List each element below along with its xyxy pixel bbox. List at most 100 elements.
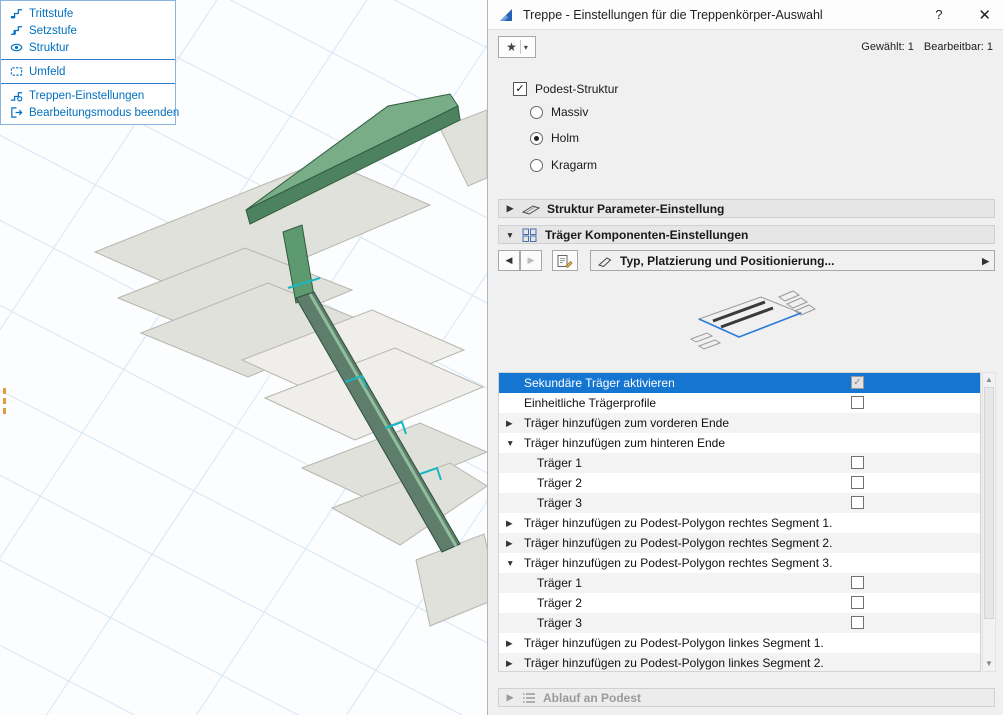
table-row[interactable]: Einheitliche Trägerprofile — [499, 393, 980, 413]
stair-tool-icon — [498, 7, 514, 23]
page-selector-dropdown[interactable]: Typ, Platzierung und Positionierung... ▶ — [590, 250, 995, 271]
table-row-label: Träger hinzufügen zu Podest-Polygon rech… — [524, 556, 832, 570]
podest-struktur-checkbox[interactable]: ✓ — [513, 82, 527, 96]
panel-item-label: Setzstufe — [29, 25, 77, 37]
row-checkbox[interactable] — [851, 616, 864, 629]
panel-item-label: Struktur — [29, 42, 69, 54]
next-page-button[interactable]: ▶ — [520, 250, 542, 271]
panel-item-struktur[interactable]: Struktur — [1, 39, 175, 56]
table-row[interactable]: ▶Träger hinzufügen zu Podest-Polygon lin… — [499, 633, 980, 653]
scrollbar-thumb[interactable] — [984, 387, 994, 619]
table-row[interactable]: ▶ Träger hinzufügen zu Podest-Polygon rec… — [499, 533, 980, 553]
collapse-icon: ▼ — [505, 230, 515, 240]
table-row[interactable]: Träger 2 — [499, 593, 980, 613]
exit-icon — [9, 106, 23, 120]
chevron-right-icon: ▶ — [982, 256, 989, 267]
close-icon[interactable]: ✕ — [978, 6, 991, 24]
table-row[interactable]: Träger 3 — [499, 613, 980, 633]
table-row-label: Träger 3 — [537, 616, 582, 630]
collapse-icon[interactable]: ▼ — [506, 553, 518, 573]
table-scrollbar[interactable]: ▲ ▼ — [982, 372, 996, 672]
table-row[interactable]: Träger 3 — [499, 493, 980, 513]
expand-icon[interactable]: ▶ — [506, 513, 518, 533]
panel-item-label: Bearbeitungsmodus beenden — [29, 107, 179, 119]
row-checkbox[interactable] — [851, 576, 864, 589]
expand-icon[interactable]: ▶ — [506, 533, 518, 553]
table-row-label: Einheitliche Trägerprofile — [524, 396, 656, 410]
table-row[interactable]: Träger 1 — [499, 573, 980, 593]
row-checkbox[interactable]: ✓ — [851, 376, 864, 389]
row-checkbox[interactable] — [851, 476, 864, 489]
table-row[interactable]: ▶ Träger hinzufügen zu Podest-Polygon lin… — [499, 653, 980, 672]
podest-struktur-option[interactable]: ✓ Podest-Struktur — [513, 82, 618, 96]
viewport-edge-marker — [3, 388, 6, 414]
table-row-label: Träger 1 — [537, 456, 582, 470]
section-ablauf-an-podest[interactable]: ▶ Ablauf an Podest — [498, 688, 995, 707]
panel-item-treppen-einstellungen[interactable]: Treppen-Einstellungen — [1, 87, 175, 104]
table-row-label: Träger 2 — [537, 476, 582, 490]
help-button[interactable]: ? — [935, 7, 942, 22]
row-checkbox[interactable] — [851, 396, 864, 409]
eye-icon — [9, 41, 23, 55]
panel-separator — [1, 59, 175, 60]
row-checkbox[interactable] — [851, 596, 864, 609]
section-struktur-parameter[interactable]: ▶ Struktur Parameter-Einstellung — [498, 199, 995, 218]
dialog-titlebar: Treppe - Einstellungen für die Treppenkö… — [488, 0, 1003, 30]
table-row-label: Träger hinzufügen zu Podest-Polygon rech… — [524, 536, 832, 550]
3d-viewport[interactable]: Trittstufe Setzstufe Struktur Umfeld Treppen… — [0, 0, 487, 715]
radio-kragarm-control[interactable] — [530, 159, 543, 172]
beam-table: Sekundäre Träger aktivieren ✓ Einheitliche… — [498, 372, 981, 672]
table-row-label: Träger 1 — [537, 576, 582, 590]
environment-icon — [9, 65, 23, 79]
table-row[interactable]: ▼ Träger hinzufügen zu Podest-Polygon rec… — [499, 553, 980, 573]
edit-settings-icon — [557, 254, 573, 268]
expand-icon: ▶ — [505, 692, 515, 703]
expand-icon[interactable]: ▶ — [506, 633, 518, 653]
stair-settings-icon — [9, 89, 23, 103]
scroll-down-icon[interactable]: ▼ — [983, 657, 995, 671]
table-row[interactable]: Träger 2 — [499, 473, 980, 493]
radio-kragarm[interactable]: Kragarm — [530, 157, 597, 173]
panel-item-setzstufe[interactable]: Setzstufe — [1, 22, 175, 39]
panel-item-label: Trittstufe — [29, 8, 73, 20]
table-row-label: Träger hinzufügen zu Podest-Polygon link… — [524, 656, 824, 670]
radio-holm-control[interactable] — [530, 132, 543, 145]
expand-icon[interactable]: ▶ — [506, 413, 518, 433]
scrollbar-track[interactable] — [983, 387, 995, 657]
section-traeger-komponenten[interactable]: ▼ Träger Komponenten-Einstellungen — [498, 225, 995, 244]
transfer-settings-button[interactable] — [552, 250, 578, 271]
table-row[interactable]: ▶ Träger hinzufügen zum vorderen Ende — [499, 413, 980, 433]
panel-item-bearbeitungsmodus-beenden[interactable]: Bearbeitungsmodus beenden — [1, 104, 175, 121]
radio-holm-label: Holm — [551, 131, 579, 145]
section-label: Träger Komponenten-Einstellungen — [545, 228, 748, 242]
table-row[interactable]: Träger 1 — [499, 453, 980, 473]
panel-item-umfeld[interactable]: Umfeld — [1, 63, 175, 80]
panel-item-label: Umfeld — [29, 66, 65, 78]
table-row-label: Träger hinzufügen zu Podest-Polygon rech… — [524, 516, 832, 530]
table-row-label: Träger 3 — [537, 496, 582, 510]
expand-icon[interactable]: ▶ — [506, 653, 518, 672]
table-row-label: Sekundäre Träger aktivieren — [524, 376, 675, 390]
table-row[interactable]: ▶ Träger hinzufügen zu Podest-Polygon rec… — [499, 513, 980, 533]
collapse-icon[interactable]: ▼ — [506, 433, 518, 453]
chevron-down-icon: ▾ — [524, 43, 528, 52]
stair-settings-dialog: Treppe - Einstellungen für die Treppenkö… — [487, 0, 1003, 715]
radio-massiv[interactable]: Massiv — [530, 104, 588, 120]
star-icon: ★ — [506, 40, 517, 54]
prev-page-button[interactable]: ◀ — [498, 250, 520, 271]
tread-icon — [9, 7, 23, 21]
scroll-up-icon[interactable]: ▲ — [983, 373, 995, 387]
status-selected: Gewählt: 1 — [861, 41, 914, 53]
table-row[interactable]: ▼Träger hinzufügen zum hinteren Ende — [499, 433, 980, 453]
row-checkbox[interactable] — [851, 496, 864, 509]
riser-icon — [9, 24, 23, 38]
table-row-label: Träger 2 — [537, 596, 582, 610]
status-editable: Bearbeitbar: 1 — [924, 41, 993, 53]
table-row[interactable]: Sekundäre Träger aktivieren ✓ — [499, 373, 980, 393]
panel-item-trittstufe[interactable]: Trittstufe — [1, 5, 175, 22]
table-row-label: Träger hinzufügen zum vorderen Ende — [524, 416, 729, 430]
row-checkbox[interactable] — [851, 456, 864, 469]
radio-massiv-control[interactable] — [530, 106, 543, 119]
radio-holm[interactable]: Holm — [530, 130, 579, 146]
favorites-button[interactable]: ★ ▾ — [498, 36, 536, 58]
